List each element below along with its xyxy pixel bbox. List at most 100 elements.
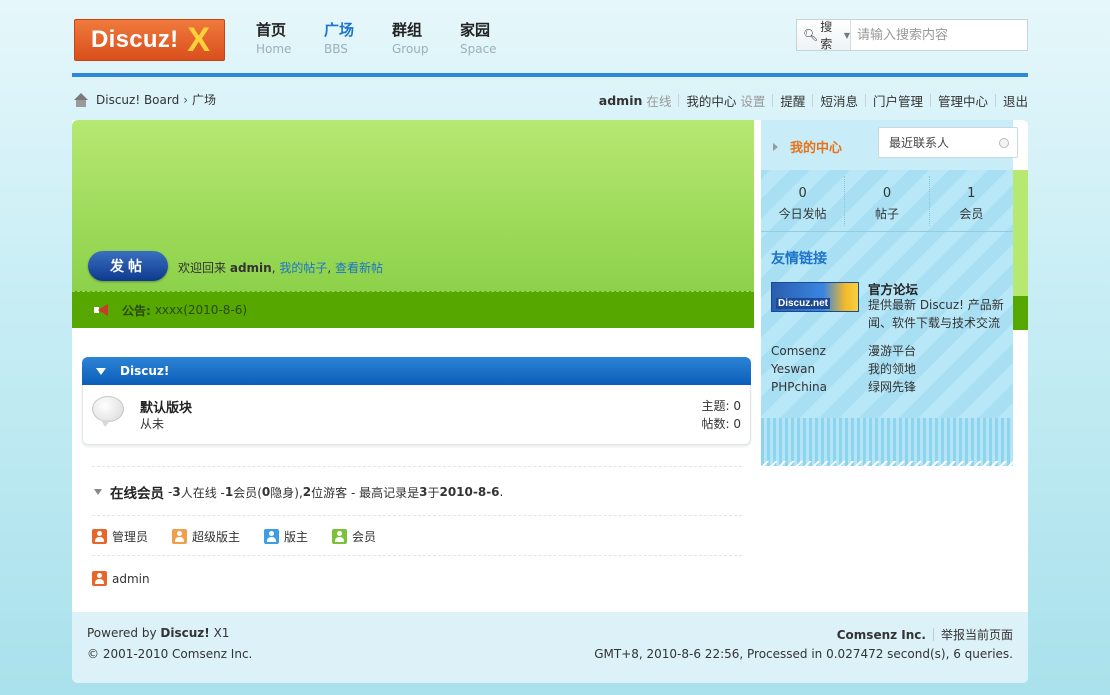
stat-today-posts: 0 今日发帖	[761, 176, 846, 226]
stat-posts: 0 帖子	[845, 176, 930, 226]
friend-link[interactable]: 漫游平台	[868, 342, 916, 360]
online-members-summary: 在线会员 - 3 人在线 - 1 会员(0 隐身), 2 位游客 - 最高记录是…	[94, 482, 503, 502]
nav-space-sublabel: Space	[460, 42, 497, 56]
my-posts-link[interactable]: 我的帖子	[279, 261, 327, 275]
stat-value: 0	[882, 186, 892, 201]
speech-bubble-icon	[92, 396, 124, 427]
new-post-button[interactable]: 发帖	[88, 251, 168, 281]
summary-text: 于	[427, 485, 440, 500]
forum-board-link[interactable]: 默认版块	[140, 397, 192, 416]
legend-moderator: 版主	[264, 528, 308, 545]
announcement-link[interactable]: xxxx(2010-8-6)	[155, 303, 247, 317]
friend-link[interactable]: 绿网先锋	[868, 378, 916, 396]
search-icon: 🔍︎	[803, 28, 819, 42]
collapse-triangle-icon[interactable]	[94, 489, 102, 495]
friend-links-title: 友情链接	[771, 251, 827, 267]
legend-label: 超级版主	[192, 530, 241, 544]
forum-row: 默认版块 从未 主题: 0 帖数: 0	[82, 385, 751, 445]
user-icon	[92, 529, 107, 544]
admin-center-link[interactable]: 管理中心	[938, 91, 988, 110]
user-bar: admin 在线 我的中心 设置 提醒 短消息 门户管理 管理中心 退出	[599, 91, 1028, 110]
online-count: 3	[172, 485, 181, 499]
settings-link[interactable]: 设置	[740, 91, 765, 110]
member-group-legend: 管理员 超级版主 版主 会员	[92, 528, 400, 545]
powered-version: X1	[213, 626, 230, 640]
divider	[92, 466, 742, 467]
welcome-user: admin	[229, 261, 272, 275]
search-type-dropdown[interactable]: 🔍︎ 搜索 ▼	[797, 20, 851, 51]
legend-label: 管理员	[112, 530, 149, 544]
messages-link[interactable]: 短消息	[820, 91, 858, 110]
discuz-logo[interactable]: Discuz! X	[74, 19, 225, 61]
online-user-admin[interactable]: admin	[92, 571, 150, 586]
friend-link[interactable]: PHPchina	[771, 378, 868, 396]
online-user-link[interactable]: admin	[112, 572, 150, 586]
forum-stats: 主题: 0 帖数: 0	[702, 397, 742, 433]
logo-text: Discuz!	[91, 26, 179, 53]
logout-link[interactable]: 退出	[1003, 91, 1028, 110]
sidebar: 我的中心 最近联系人 0 今日发帖 0 帖子 1 会员 友情链接 Discuz.…	[761, 120, 1018, 467]
company-link[interactable]: Comsenz Inc.	[837, 628, 926, 642]
forum-last-post: 从未	[140, 417, 165, 431]
record-count: 3	[419, 485, 428, 499]
welcome-text: 欢迎回来 admin, 我的帖子, 查看新帖	[178, 261, 384, 275]
nav-space[interactable]: 家园 Space	[444, 20, 512, 57]
triangle-right-icon	[773, 142, 778, 151]
hidden-count: 0	[261, 485, 271, 499]
summary-text: .	[499, 485, 504, 499]
nav-home-label: 首页	[256, 21, 287, 39]
online-status: 在线	[646, 94, 672, 109]
powered-by: Powered by Discuz! X1	[87, 626, 229, 640]
remind-link[interactable]: 提醒	[780, 91, 805, 110]
announcement-label: 公告:	[122, 303, 151, 318]
nav-bbs-label: 广场	[324, 21, 355, 39]
sidebar-my-center[interactable]: 我的中心	[773, 137, 842, 156]
copyright: © 2001-2010 Comsenz Inc.	[87, 647, 253, 661]
list-item: Comsenz 漫游平台	[771, 342, 916, 360]
sidebar-zigzag-decoration	[761, 418, 1013, 467]
main-nav: 首页 Home 广场 BBS 群组 Group 家园 Space	[240, 20, 512, 57]
portal-admin-link[interactable]: 门户管理	[873, 91, 923, 110]
recent-contacts-button[interactable]: 最近联系人	[878, 127, 1018, 158]
circle-icon	[999, 138, 1009, 148]
chevron-down-icon: ▼	[843, 30, 850, 40]
discuz-net-badge[interactable]: Discuz.net	[771, 282, 859, 312]
summary-text: 人在线 -	[180, 485, 225, 500]
stat-label: 会员	[959, 207, 984, 221]
stat-value: 0	[798, 186, 807, 201]
powered-name[interactable]: Discuz!	[160, 626, 209, 640]
nav-bbs[interactable]: 广场 BBS	[308, 20, 376, 57]
username-link[interactable]: admin	[599, 93, 643, 108]
nav-group-sublabel: Group	[392, 42, 429, 56]
forum-category-header[interactable]: Discuz!	[82, 357, 751, 385]
friend-link[interactable]: Comsenz	[771, 342, 868, 360]
nav-group[interactable]: 群组 Group	[376, 20, 444, 57]
badge-text: Discuz.net	[776, 298, 831, 309]
nav-home[interactable]: 首页 Home	[240, 20, 308, 57]
search-input[interactable]	[851, 20, 1027, 50]
header-divider	[72, 73, 1028, 77]
banner	[72, 120, 754, 291]
my-center-link[interactable]: 我的中心	[686, 91, 736, 110]
legend-label: 版主	[284, 530, 309, 544]
guest-count: 2	[302, 485, 312, 499]
powered-prefix: Powered by	[87, 626, 157, 640]
home-icon[interactable]	[73, 92, 89, 107]
friend-link[interactable]: Yeswan	[771, 360, 868, 378]
stat-label: 今日发帖	[778, 207, 827, 221]
breadcrumb-current: 广场	[192, 93, 217, 107]
board-stats: 0 今日发帖 0 帖子 1 会员	[761, 176, 1013, 226]
logo-x-mark: X	[187, 21, 210, 59]
friend-link[interactable]: 我的领地	[868, 360, 916, 378]
recent-contacts-label: 最近联系人	[889, 136, 950, 150]
forum-topics-count: 主题: 0	[701, 399, 742, 413]
footer: Powered by Discuz! X1 © 2001-2010 Comsen…	[72, 612, 1028, 683]
stat-label: 帖子	[874, 207, 899, 221]
user-icon	[172, 529, 188, 544]
collapse-triangle-icon[interactable]	[96, 367, 106, 375]
new-posts-link[interactable]: 查看新帖	[335, 261, 383, 275]
member-count: 1	[224, 485, 234, 499]
legend-label: 会员	[352, 530, 377, 544]
breadcrumb-root[interactable]: Discuz! Board	[96, 93, 179, 107]
report-page-link[interactable]: 举报当前页面	[941, 626, 1013, 643]
